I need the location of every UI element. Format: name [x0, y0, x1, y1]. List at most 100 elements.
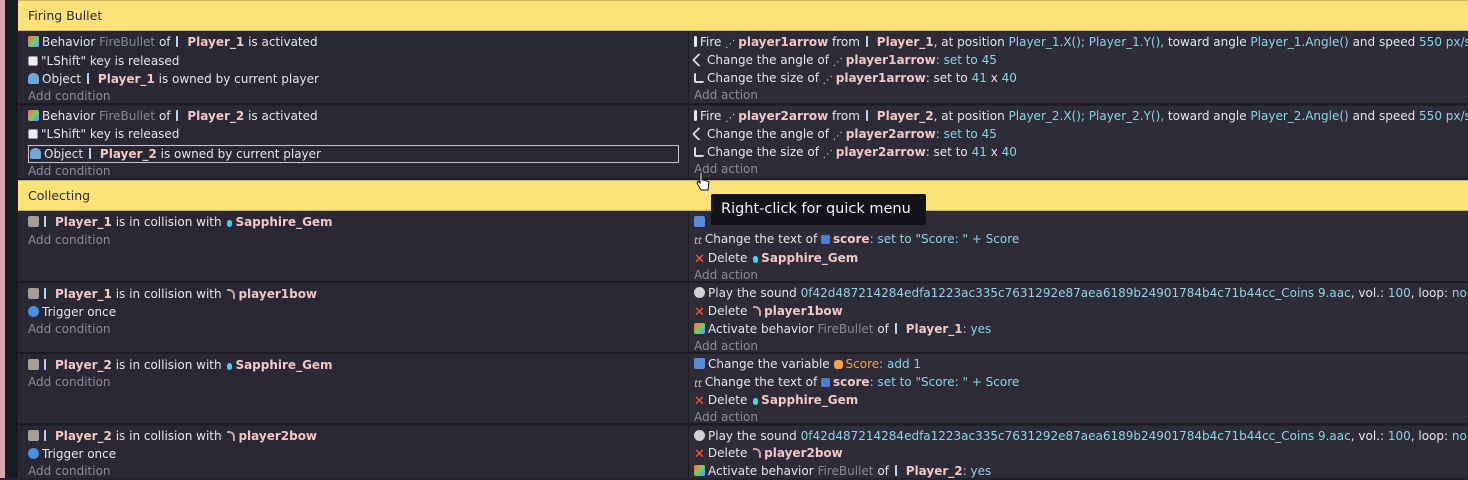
action-change-text[interactable]: tt Change the text of score: set to "Scor… — [694, 230, 1464, 248]
condition-owned-by-player-selected[interactable]: Object Player_2 is owned by current play… — [28, 145, 679, 163]
bow-icon — [753, 448, 762, 458]
actions-column: Play the sound 0f42d487214284edfa1223ac3… — [689, 426, 1468, 478]
player-icon — [865, 110, 874, 121]
event-sheet: Firing Bullet Behavior FireBullet of Pla… — [18, 0, 1468, 478]
resize-icon — [694, 73, 704, 83]
gem-icon — [753, 398, 759, 405]
event-4[interactable]: Player_1 is in collision with player1bow… — [18, 283, 1468, 354]
trigger-once-icon — [28, 306, 39, 317]
trigger-once-icon — [28, 448, 39, 459]
keyboard-icon — [28, 129, 38, 139]
action-change-size[interactable]: Change the size of ⋰ player2arrow: set to… — [694, 143, 1464, 161]
delete-icon: ✕ — [694, 447, 705, 462]
variable-icon — [694, 216, 705, 227]
group-firing-bullet[interactable]: Firing Bullet — [18, 0, 1468, 31]
angle-icon — [691, 126, 707, 142]
condition-collision[interactable]: Player_2 is in collision with player2bow — [28, 427, 684, 445]
action-delete-object[interactable]: ✕ Delete player1bow — [694, 302, 1464, 320]
event-1[interactable]: Behavior FireBullet of Player_1 is activ… — [18, 31, 1468, 105]
bow-icon — [753, 306, 762, 316]
event-5[interactable]: Player_2 is in collision with Sapphire_G… — [18, 354, 1468, 425]
player-icon — [44, 216, 52, 227]
add-condition-link[interactable]: Add condition — [28, 373, 684, 391]
add-condition-link[interactable]: Add condition — [28, 462, 684, 480]
sound-icon — [694, 430, 705, 441]
delete-icon: ✕ — [694, 394, 705, 409]
behavior-icon — [28, 36, 39, 47]
action-play-sound[interactable]: Play the sound 0f42d487214284edfa1223ac3… — [694, 284, 1467, 302]
action-activate-behavior[interactable]: Activate behavior FireBullet of Player_1… — [694, 320, 1464, 338]
player-icon — [894, 465, 903, 476]
text-object-icon — [821, 378, 831, 387]
add-condition-link[interactable]: Add condition — [28, 320, 684, 338]
player-icon — [44, 288, 52, 299]
action-delete-object[interactable]: ✕ Delete Sapphire_Gem — [694, 249, 1464, 267]
collision-icon — [28, 216, 39, 227]
gem-icon — [227, 363, 233, 370]
delete-icon: ✕ — [694, 305, 705, 320]
condition-collision[interactable]: Player_1 is in collision with player1bow — [28, 285, 684, 303]
group-title: Collecting — [28, 188, 91, 203]
behavior-icon — [28, 110, 39, 121]
player-icon — [176, 110, 184, 121]
behavior-icon — [694, 465, 705, 476]
conditions-column: Behavior FireBullet of Player_2 is activ… — [18, 106, 689, 178]
player-icon — [176, 36, 184, 47]
hand-cursor-icon — [696, 171, 710, 191]
actions-column: Fire ⋰ player2arrow from Player_2, at pos… — [689, 106, 1468, 178]
condition-owned-by-player[interactable]: Object Player_1 is owned by current play… — [28, 70, 684, 88]
action-change-angle[interactable]: Change the angle of ⋰ player2arrow: set t… — [691, 125, 1464, 143]
text-object-icon — [821, 235, 831, 244]
player-icon — [865, 36, 874, 47]
condition-trigger-once[interactable]: Trigger once — [28, 303, 684, 321]
action-change-size[interactable]: Change the size of ⋰ player1arrow: set to… — [694, 69, 1464, 87]
action-change-variable[interactable]: Change the variable Score: add 1 — [694, 355, 1464, 373]
event-sheet-gutter — [5, 0, 18, 478]
condition-behavior-activated[interactable]: Behavior FireBullet of Player_2 is activ… — [28, 107, 684, 125]
add-action-link[interactable]: Add action — [694, 408, 1464, 426]
condition-collision[interactable]: Player_2 is in collision with Sapphire_G… — [28, 356, 684, 374]
action-change-angle[interactable]: Change the angle of ⋰ player1arrow: set t… — [691, 51, 1464, 69]
add-action-link[interactable]: Add action — [694, 266, 1464, 284]
collision-icon — [28, 359, 39, 370]
condition-key-released[interactable]: "LShift" key is released — [28, 52, 684, 70]
variable-icon — [694, 358, 705, 369]
action-delete-object[interactable]: ✕ Delete player2bow — [694, 444, 1464, 462]
multiplayer-icon — [30, 148, 41, 159]
scene-variable-icon — [833, 360, 843, 369]
event-6[interactable]: Player_2 is in collision with player2bow… — [18, 426, 1468, 478]
player-icon — [894, 323, 903, 334]
fire-icon — [694, 110, 697, 121]
player-icon — [44, 430, 52, 441]
add-action-link[interactable]: Add action — [694, 86, 1464, 104]
gem-icon — [227, 220, 233, 227]
sound-icon — [694, 287, 705, 298]
condition-collision[interactable]: Player_1 is in collision with Sapphire_G… — [28, 213, 684, 231]
event-2[interactable]: Behavior FireBullet of Player_2 is activ… — [18, 106, 1468, 180]
add-condition-link[interactable]: Add condition — [28, 231, 684, 249]
multiplayer-icon — [28, 73, 39, 84]
conditions-column: Behavior FireBullet of Player_1 is activ… — [18, 31, 689, 103]
add-condition-link[interactable]: Add condition — [28, 87, 684, 105]
condition-behavior-activated[interactable]: Behavior FireBullet of Player_1 is activ… — [28, 33, 684, 51]
add-condition-link[interactable]: Add condition — [28, 162, 684, 180]
condition-trigger-once[interactable]: Trigger once — [28, 445, 684, 463]
action-fire-bullet[interactable]: Fire ⋰ player2arrow from Player_2, at pos… — [694, 107, 1468, 125]
conditions-column: Player_1 is in collision with Sapphire_G… — [18, 211, 689, 281]
conditions-column: Player_2 is in collision with Sapphire_G… — [18, 354, 689, 423]
keyboard-icon — [28, 56, 38, 66]
action-change-text[interactable]: tt Change the text of score: set to "Scor… — [694, 373, 1464, 391]
gem-icon — [753, 256, 759, 263]
condition-key-released[interactable]: "LShift" key is released — [28, 125, 684, 143]
action-fire-bullet[interactable]: Fire ⋰ player1arrow from Player_1, at pos… — [694, 33, 1468, 51]
add-action-link[interactable]: Add action — [694, 337, 1464, 355]
quick-menu-tooltip: Right-click for quick menu — [711, 194, 926, 225]
collision-icon — [28, 288, 39, 299]
add-action-link[interactable]: Add action — [694, 160, 1464, 178]
player-icon — [88, 148, 97, 159]
conditions-column: Player_2 is in collision with player2bow… — [18, 426, 689, 478]
behavior-icon — [694, 323, 705, 334]
action-play-sound[interactable]: Play the sound 0f42d487214284edfa1223ac3… — [694, 427, 1467, 445]
action-delete-object[interactable]: ✕ Delete Sapphire_Gem — [694, 391, 1464, 409]
action-activate-behavior[interactable]: Activate behavior FireBullet of Player_2… — [694, 462, 1464, 480]
